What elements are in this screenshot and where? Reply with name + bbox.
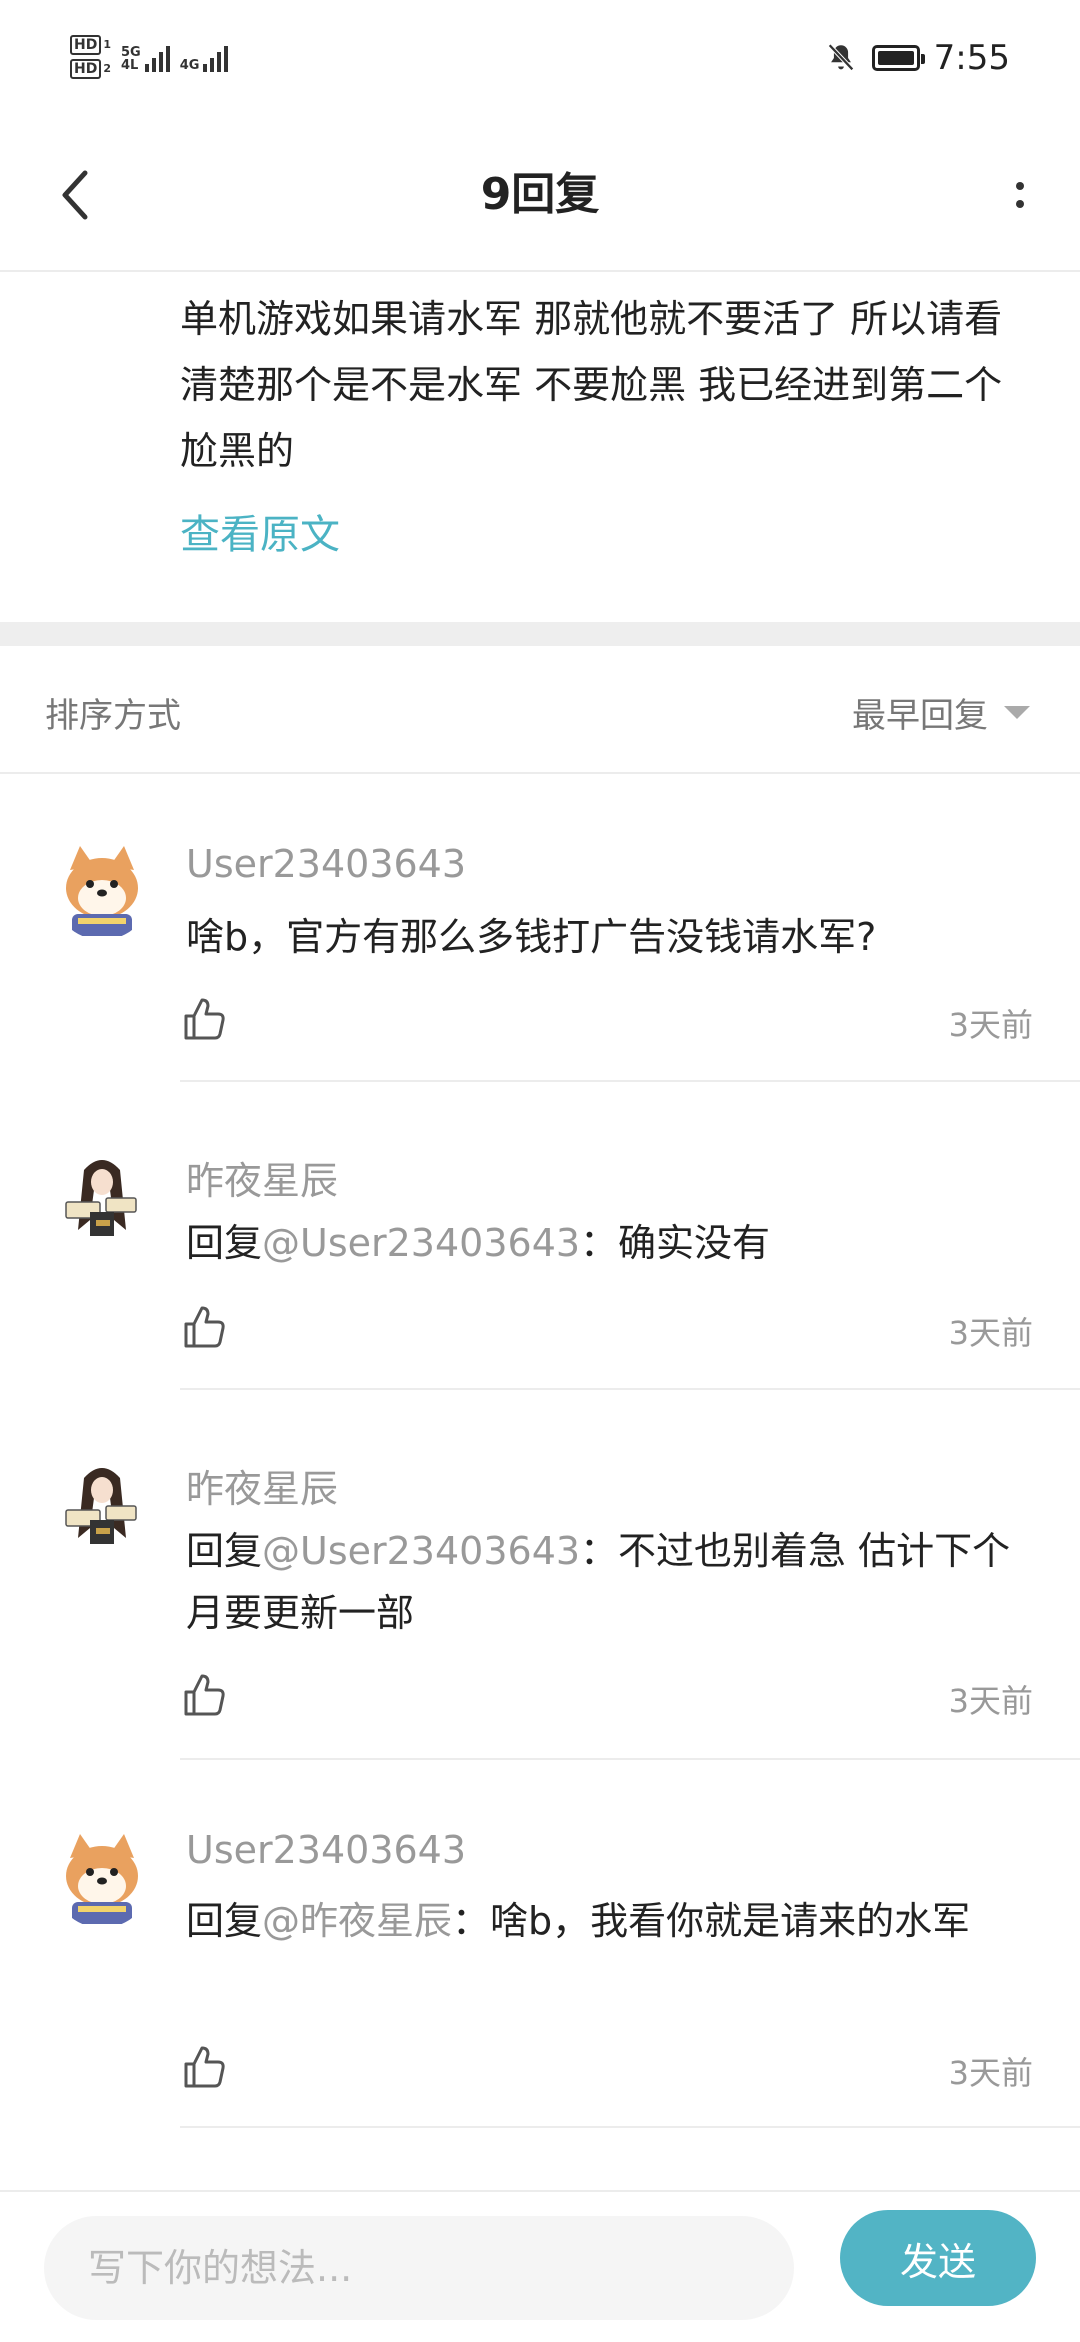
like-button[interactable]: [180, 1302, 230, 1352]
signal-4g-icon: 4G: [180, 42, 229, 72]
caret-down-icon: [1004, 706, 1030, 719]
shiba-avatar-icon: [52, 1828, 152, 1928]
reply-username[interactable]: User23403643: [186, 842, 466, 886]
avatar[interactable]: [52, 1150, 152, 1250]
sort-dropdown[interactable]: 最早回复: [852, 688, 1030, 737]
reply-content: 回复@User23403643：确实没有: [186, 1212, 1026, 1274]
send-button[interactable]: 发送: [840, 2210, 1036, 2306]
status-time: 7:55: [933, 38, 1010, 78]
reply-item: 昨夜星辰 回复@User23403643：不过也别着急 估计下个月要更新一部 3…: [0, 1390, 1080, 1760]
shiba-avatar-icon: [52, 840, 152, 940]
reply-time: 3天前: [948, 1006, 1033, 1044]
bell-muted-icon: [827, 43, 854, 71]
thumbs-up-icon: [180, 1670, 230, 1720]
dot-icon: [1016, 200, 1024, 208]
reply-text: ：啥b，我看你就是请来的水军: [452, 1899, 971, 1943]
reply-text: ：确实没有: [580, 1221, 771, 1265]
nav-bar: 9回复: [0, 120, 1080, 272]
section-divider: [0, 622, 1080, 646]
sort-selected-value: 最早回复: [852, 696, 988, 736]
page-title: 9回复: [480, 169, 600, 220]
anime-girl-avatar-icon: [52, 1150, 152, 1250]
original-post-text: 单机游戏如果请水军 那就他就不要活了 所以请看清楚那个是不是水军 不要尬黑 我已…: [180, 297, 1003, 473]
signal-5g-icon: 5G 4L: [121, 42, 170, 72]
status-bar: HD 1 HD 2 5G 4L 4G 7:55: [0, 0, 1080, 120]
reply-time: 3天前: [948, 1314, 1033, 1352]
signal-group: HD 1 HD 2 5G 4L 4G: [70, 32, 229, 82]
reply-item: User23403643 回复@昨夜星辰：啥b，我看你就是请来的水军 3天前: [0, 1760, 1080, 2130]
reply-time: 3天前: [948, 2054, 1033, 2092]
avatar[interactable]: [52, 1828, 152, 1928]
reply-mention[interactable]: @User23403643: [262, 1529, 580, 1573]
view-original-link[interactable]: 查看原文: [180, 502, 340, 560]
reply-prefix: 回复: [186, 1529, 263, 1573]
reply-item: 昨夜星辰 回复@User23403643：确实没有 3天前: [0, 1082, 1080, 1390]
sort-row: 排序方式 最早回复: [0, 646, 1080, 774]
thumbs-up-icon: [180, 2042, 230, 2092]
reply-username[interactable]: 昨夜星辰: [186, 1458, 338, 1513]
hd-indicators: HD 1 HD 2: [70, 35, 111, 79]
reply-content: 啥b，官方有那么多钱打广告没钱请水军?: [186, 906, 1026, 968]
reply-content: 回复@User23403643：不过也别着急 估计下个月要更新一部: [186, 1520, 1026, 1644]
reply-username[interactable]: 昨夜星辰: [186, 1150, 338, 1205]
status-right: 7:55: [824, 38, 1010, 78]
comment-input[interactable]: [44, 2216, 794, 2320]
sort-label: 排序方式: [45, 696, 181, 736]
reply-time: 3天前: [948, 1682, 1033, 1720]
reply-prefix: 回复: [186, 1221, 263, 1265]
reply-text: 啥b，官方有那么多钱打广告没钱请水军?: [186, 915, 877, 959]
reply-item: User23403643 啥b，官方有那么多钱打广告没钱请水军? 3天前: [0, 772, 1080, 1082]
reply-mention[interactable]: @昨夜星辰: [262, 1899, 452, 1943]
like-button[interactable]: [180, 1670, 230, 1720]
like-button[interactable]: [180, 2042, 230, 2092]
thumbs-up-icon: [180, 1302, 230, 1352]
reply-content: 回复@昨夜星辰：啥b，我看你就是请来的水军: [186, 1890, 1026, 1952]
original-post: 单机游戏如果请水军 那就他就不要活了 所以请看清楚那个是不是水军 不要尬黑 我已…: [0, 272, 1080, 622]
reply-prefix: 回复: [186, 1899, 263, 1943]
hd-1-indicator: HD 1: [70, 35, 111, 55]
like-button[interactable]: [180, 994, 230, 1044]
comment-composer: 发送: [0, 2190, 1080, 2342]
reply-mention[interactable]: @User23403643: [262, 1221, 580, 1265]
hd-2-indicator: HD 2: [70, 59, 111, 79]
dot-icon: [1016, 182, 1024, 190]
avatar[interactable]: [52, 840, 152, 940]
reply-username[interactable]: User23403643: [186, 1828, 466, 1872]
more-options-button[interactable]: [990, 160, 1050, 230]
divider: [180, 2126, 1080, 2128]
anime-girl-avatar-icon: [52, 1458, 152, 1558]
battery-icon: [871, 45, 925, 71]
avatar[interactable]: [52, 1458, 152, 1558]
thumbs-up-icon: [180, 994, 230, 1044]
